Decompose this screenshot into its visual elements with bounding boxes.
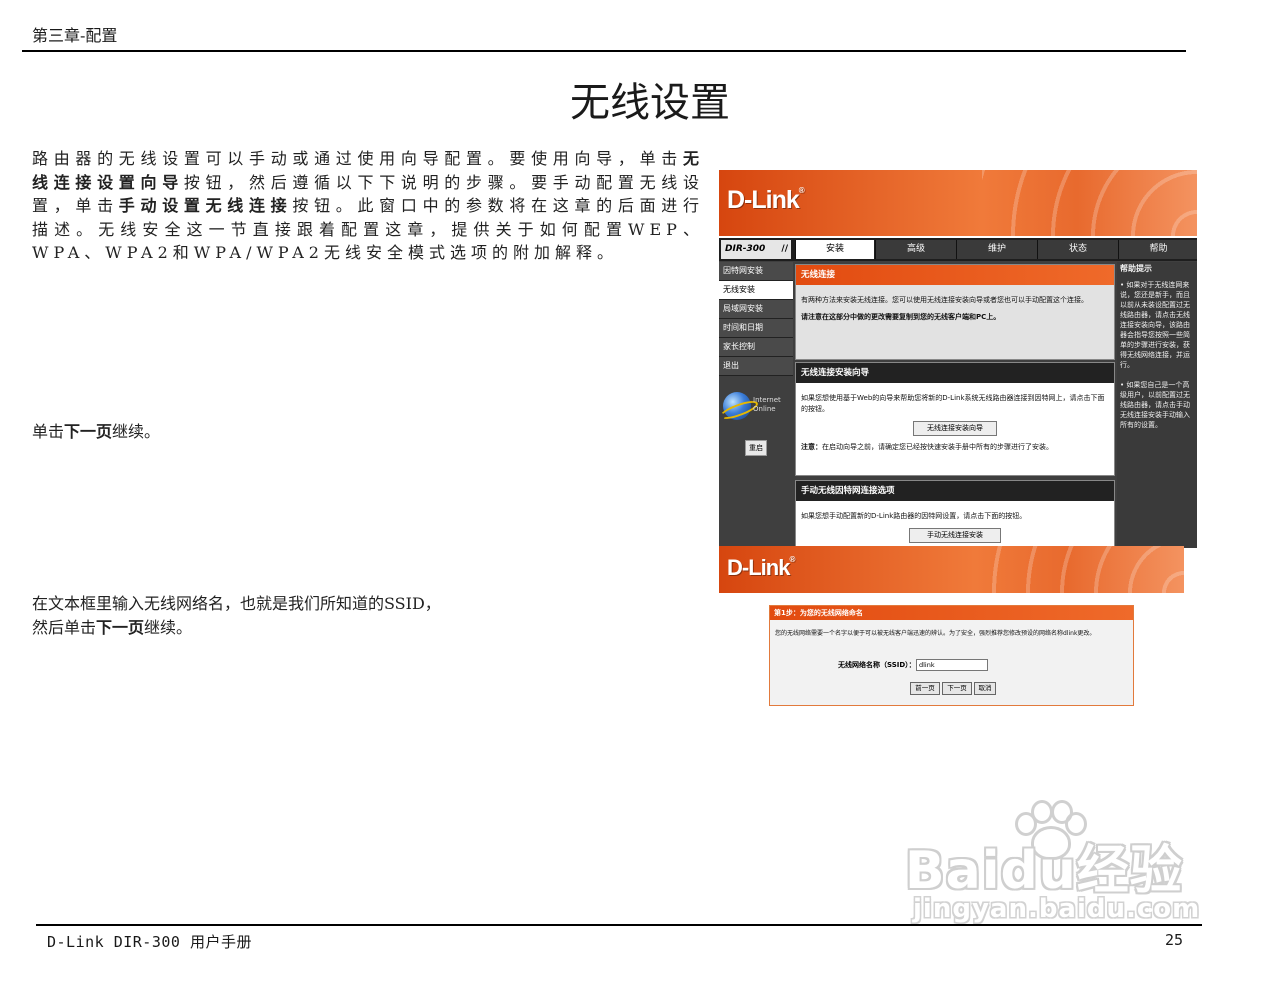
wireless-connection-title: 无线连接 <box>796 265 1114 285</box>
paw-toe-2 <box>1031 800 1053 824</box>
router-setup-screenshot: D-Link® DIR-300 // 安装 高级 维护 状态 帮助 因特网安装 无… <box>719 170 1197 548</box>
step2-bold-next: 下一页 <box>96 618 145 637</box>
help-tip-2: • 如果您自己是一个高级用户，以前配置过无线路由器，请点击手动无线连接安装手动输… <box>1120 381 1190 429</box>
watermark-sub: jingyan.baidu.com <box>913 894 1201 924</box>
footer-divider <box>36 924 1202 926</box>
router-side-menu: 因特网安装 无线安装 局域网安装 时间和日期 家长控制 退出 Internet … <box>719 262 793 548</box>
dlink-logo-text: D-Link <box>727 186 800 214</box>
reboot-button[interactable]: 重启 <box>745 440 767 456</box>
step1-paragraph: 单击下一页继续。 <box>32 420 160 444</box>
manual-panel: 手动无线因特网连接选项 如果您想手动配置新的D-Link路由器的因特网设置，请点… <box>795 480 1115 548</box>
wireless-connection-desc: 有两种方法来安装无线连接。您可以使用无线连接安装向导或者您也可以手动配置这个连接… <box>801 296 1088 304</box>
step2-paragraph: 在文本框里输入无线网络名，也就是我们所知道的SSID， 然后单击下一页继续。 <box>32 592 441 640</box>
banner-sheen <box>981 170 1197 236</box>
dlink-logo-mark: ® <box>798 186 805 195</box>
wizard-launch-button[interactable]: 无线连接安装向导 <box>913 421 997 436</box>
dlink-logo-2-mark: ® <box>789 555 795 564</box>
side-item-internet-setup[interactable]: 因特网安装 <box>719 262 793 281</box>
banner-2-sheen <box>974 546 1184 593</box>
prev-button[interactable]: 前一页 <box>910 682 940 695</box>
wizard-panel-title: 无线连接安装向导 <box>796 363 1114 383</box>
baidu-watermark: Baidu经验 jingyan.baidu.com <box>905 800 1205 930</box>
page-number: 25 <box>1165 931 1184 949</box>
ssid-input[interactable]: dlink <box>916 659 988 671</box>
intro-paragraph: 路由器的无线设置可以手动或通过使用向导配置。要使用向导，单击无线连接设置向导按钮… <box>32 147 704 265</box>
side-item-wireless-setup[interactable]: 无线安装 <box>719 281 793 300</box>
baidu-paw-icon <box>1013 800 1087 860</box>
side-item-logout[interactable]: 退出 <box>719 357 793 376</box>
model-name: DIR-300 <box>725 244 766 254</box>
step2-text-2: 继续。 <box>144 618 193 637</box>
paw-toe-3 <box>1051 800 1073 824</box>
ssid-step-panel: 第1步：为您的无线网络命名 您的无线网络需要一个名字以便于可以被无线客户端迅速的… <box>769 605 1134 706</box>
next-button[interactable]: 下一页 <box>942 682 972 695</box>
dlink-banner: D-Link® <box>719 170 1197 236</box>
dlink-logo: D-Link® <box>727 186 805 215</box>
tab-status[interactable]: 状态 <box>1037 240 1118 259</box>
chapter-header: 第三章-配置 <box>32 26 118 45</box>
wireless-connection-body: 有两种方法来安装无线连接。您可以使用无线连接安装向导或者您也可以手动配置这个连接… <box>796 285 1114 359</box>
tab-maintenance[interactable]: 维护 <box>956 240 1037 259</box>
manual-panel-desc: 如果您想手动配置新的D-Link路由器的因特网设置，请点击下面的按钮。 <box>801 512 1027 520</box>
model-bars: // <box>781 244 788 254</box>
side-item-time-date[interactable]: 时间和日期 <box>719 319 793 338</box>
help-tips-panel: 帮助提示 • 如果对于无线连网来说，您还是新手，而且以前从未装设配置过无线路由器… <box>1117 262 1197 548</box>
ssid-label: 无线网络名称（SSID）： <box>838 661 916 669</box>
wizard-panel-body: 如果您想使用基于Web的向导来帮助您将新的D-Link系统无线路由器连接到因特网… <box>796 383 1114 463</box>
step2-line1: 在文本框里输入无线网络名，也就是我们所知道的SSID， <box>32 594 441 613</box>
page-title-text: 无线设置 <box>570 80 730 126</box>
router-nav-bar: DIR-300 // 安装 高级 维护 状态 帮助 <box>719 238 1197 261</box>
wizard-panel-desc: 如果您想使用基于Web的向导来帮助您将新的D-Link系统无线路由器连接到因特网… <box>801 394 1105 413</box>
ssid-step-header: 第1步：为您的无线网络命名 <box>770 606 1133 620</box>
tab-help[interactable]: 帮助 <box>1118 240 1197 259</box>
paw-toe-4 <box>1065 812 1087 836</box>
manual-panel-title: 手动无线因特网连接选项 <box>796 481 1114 501</box>
wizard-note: 在启动向导之前，请确定您已经按快速安装手册中所有的步骤进行了安装。 <box>822 443 1053 451</box>
model-badge: DIR-300 // <box>721 240 791 259</box>
dlink-logo-2: D-Link® <box>727 555 795 581</box>
paw-toe-1 <box>1015 812 1037 836</box>
tab-setup[interactable]: 安装 <box>795 240 874 259</box>
header-divider <box>22 50 1186 52</box>
router-content: 无线连接 有两种方法来安装无线连接。您可以使用无线连接安装向导或者您也可以手动配… <box>795 262 1115 548</box>
intro-text-1: 路由器的无线设置可以手动或通过使用向导配置。要使用向导，单击 <box>32 149 683 168</box>
help-tip-1: • 如果对于无线连网来说，您还是新手，而且以前从未装设配置过无线路由器，请点击无… <box>1120 281 1190 369</box>
watermark-main: Baidu经验 <box>905 841 1183 901</box>
side-item-parental-control[interactable]: 家长控制 <box>719 338 793 357</box>
manual-setup-button[interactable]: 手动无线连接安装 <box>909 528 1001 543</box>
intro-bold-manual: 手动设置无线连接 <box>118 196 293 215</box>
dlink-banner-2: D-Link® <box>719 546 1184 593</box>
wireless-connection-panel: 无线连接 有两种方法来安装无线连接。您可以使用无线连接安装向导或者您也可以手动配… <box>795 264 1115 360</box>
wireless-connection-note: 请注意在这部分中做的更改需要复制到您的无线客户端和PC上。 <box>801 313 1001 321</box>
side-item-lan-setup[interactable]: 局域网安装 <box>719 300 793 319</box>
wizard-note-label: 注意： <box>801 443 822 451</box>
footer-manual-title: D-Link DIR-300 用户手册 <box>47 933 252 951</box>
paw-pad <box>1031 826 1071 860</box>
wizard-panel: 无线连接安装向导 如果您想使用基于Web的向导来帮助您将新的D-Link系统无线… <box>795 362 1115 476</box>
dlink-logo-2-text: D-Link <box>727 555 790 580</box>
help-tips-title: 帮助提示 <box>1120 264 1152 273</box>
step1-text-1: 单击 <box>32 422 65 441</box>
ssid-step-desc: 您的无线网络需要一个名字以便于可以被无线客户端迅速的辨认。为了安全，强烈推荐您修… <box>775 630 1096 637</box>
step1-text-2: 继续。 <box>112 422 161 441</box>
page-title: 无线设置 <box>0 70 1280 128</box>
cancel-button[interactable]: 取消 <box>974 682 996 695</box>
tab-advanced[interactable]: 高级 <box>875 240 956 259</box>
step1-bold-next: 下一页 <box>64 422 113 441</box>
internet-online-label: Internet Online <box>753 396 781 413</box>
step2-text-1: 然后单击 <box>32 618 97 637</box>
manual-panel-body: 如果您想手动配置新的D-Link路由器的因特网设置，请点击下面的按钮。 手动无线… <box>796 501 1114 548</box>
